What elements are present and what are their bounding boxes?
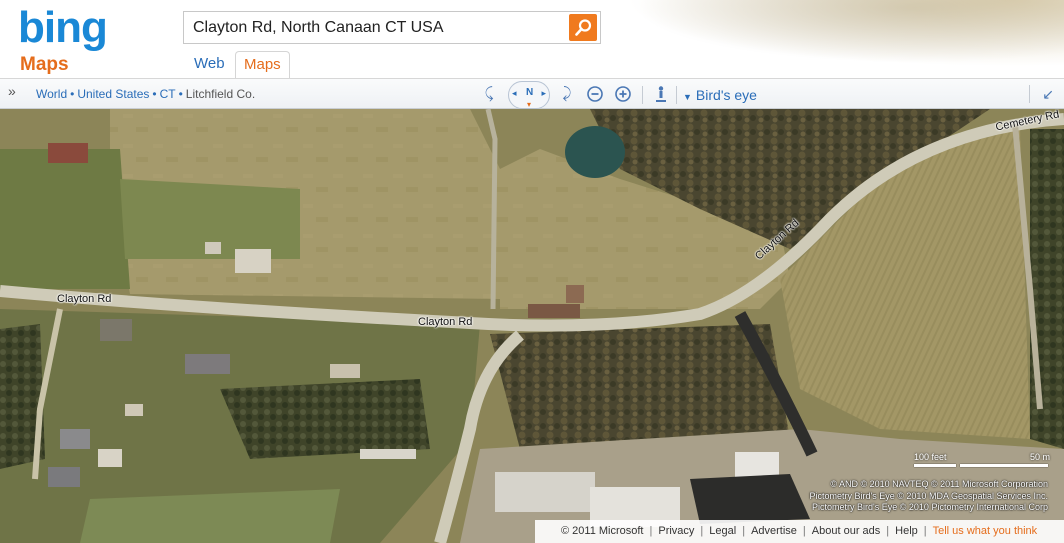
scale-meters-label: 50 m (1029, 452, 1050, 462)
pan-left-icon[interactable]: ◂ (512, 88, 517, 99)
minimize-toolbar-icon[interactable]: ↙ (1042, 86, 1054, 103)
compass-south-marker-icon: ▾ (527, 100, 532, 109)
scale-feet-label: 100 feet (914, 452, 947, 462)
toolbar-divider (642, 86, 643, 104)
birds-eye-label: Bird's eye (695, 87, 757, 103)
breadcrumb-ct[interactable]: CT (160, 87, 176, 101)
header-decoration (560, 0, 1064, 78)
header: bing Maps Web Maps (0, 0, 1064, 78)
footer-link-privacy[interactable]: Privacy (658, 525, 694, 537)
bing-logo[interactable]: bing (18, 3, 108, 53)
footer-link-legal[interactable]: Legal (709, 525, 736, 537)
chevron-down-icon: ▼ (683, 92, 692, 102)
zoom-in-icon[interactable] (614, 85, 632, 103)
road-label-clayton-rd: Clayton Rd (418, 316, 473, 328)
map-canvas[interactable]: Cemetery Rd Clayton Rd Clayton Rd Clayto… (0, 109, 1064, 543)
breadcrumb-separator: • (178, 87, 183, 101)
breadcrumb-litchfield[interactable]: Litchfield Co. (186, 87, 255, 101)
footer: © 2011 Microsoft | Privacy | Legal | Advertise… (535, 520, 1064, 543)
compass-north-label: N (526, 87, 534, 98)
copyright-line: Pictometry Bird's Eye © 2010 MDA Geospat… (809, 490, 1048, 501)
copyright-line: Pictometry Bird's Eye © 2010 Pictometry … (812, 502, 1048, 512)
search-box (183, 11, 601, 44)
footer-feedback-link[interactable]: Tell us what you think (933, 525, 1038, 537)
aerial-imagery (0, 109, 1064, 543)
birds-eye-dropdown[interactable]: ▼ Bird's eye (683, 87, 757, 103)
breadcrumb-united-states[interactable]: United States (77, 87, 149, 101)
scale-meters-bar (960, 464, 1048, 467)
rotate-left-icon[interactable]: ⤹ (480, 85, 498, 103)
tab-web[interactable]: Web (186, 51, 233, 78)
search-input[interactable] (184, 12, 564, 43)
maps-logo-label[interactable]: Maps (20, 54, 69, 76)
compass-control[interactable]: ◂ N ▸ ▾ (508, 81, 550, 109)
footer-link-about-our-ads[interactable]: About our ads (812, 525, 881, 537)
nav-controls: ⤹ ◂ N ▸ ▾ ⤸ ▼ Bird's eye (478, 81, 798, 109)
footer-link-help[interactable]: Help (895, 525, 918, 537)
road-label-clayton-rd: Clayton Rd (57, 293, 112, 305)
scale-feet-bar (914, 464, 956, 467)
toolbar-divider (676, 86, 677, 104)
search-button[interactable] (569, 14, 597, 41)
footer-copyright: © 2011 Microsoft (561, 525, 644, 537)
search-icon (575, 19, 592, 36)
bing-maps-app: bing Maps Web Maps » World•United States… (0, 0, 1064, 543)
rotate-right-icon[interactable]: ⤸ (558, 85, 576, 103)
map-toolbar: » World • United States • CT • Litchfield Co. … (0, 78, 1064, 109)
breadcrumb-separator: • (152, 87, 157, 101)
pedestrian-icon[interactable] (652, 85, 670, 103)
map-copyright: © AND © 2010 NAVTEQ © 2011 Microsoft Cor… (810, 479, 1048, 514)
zoom-out-icon[interactable] (586, 85, 604, 103)
tab-maps[interactable]: Maps (235, 51, 290, 78)
map-scale: 100 feet 50 m (910, 452, 1050, 470)
footer-link-advertise[interactable]: Advertise (751, 525, 797, 537)
breadcrumb-world[interactable]: World (36, 87, 67, 101)
pan-right-icon[interactable]: ▸ (541, 88, 546, 99)
breadcrumb: World • United States • CT • Litchfield Co. (36, 87, 255, 101)
copyright-line: © AND © 2010 NAVTEQ © 2011 Microsoft Cor… (830, 479, 1048, 489)
breadcrumb-separator: • (70, 87, 75, 101)
toolbar-divider (1029, 85, 1030, 103)
expand-panel-icon[interactable]: » (8, 83, 16, 99)
